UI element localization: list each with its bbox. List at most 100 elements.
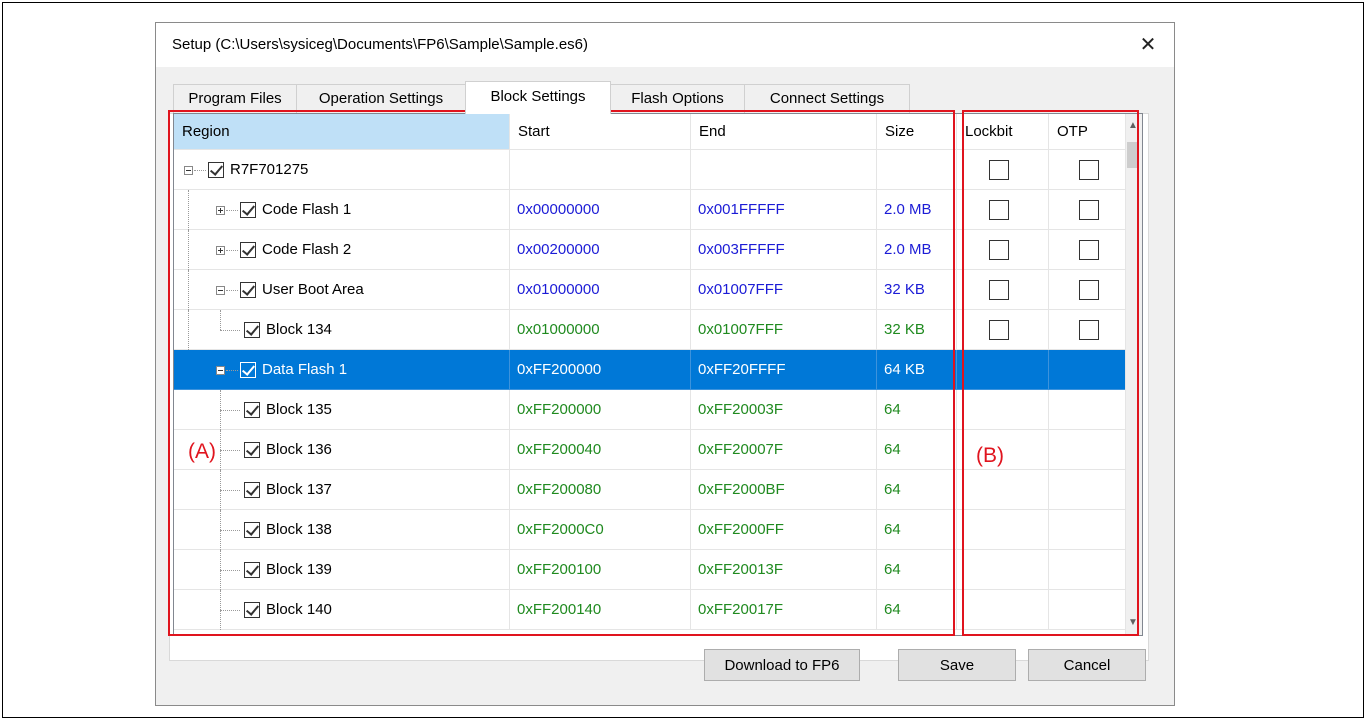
row-checkbox[interactable] [208,162,224,178]
row-checkbox[interactable] [244,322,260,338]
tree-line [220,530,240,531]
tab-block-settings[interactable]: Block Settings [465,81,611,114]
end-cell: 0xFF20017F [691,590,877,630]
region-cell: Block 139 [174,550,510,590]
tree-line [226,290,238,291]
otp-checkbox[interactable] [1079,280,1099,300]
lockbit-cell [957,470,1049,510]
expand-icon[interactable] [216,206,225,215]
vertical-scrollbar[interactable]: ▲ ▼ [1125,114,1142,635]
table-row[interactable]: Block 134 0x01000000 0x01007FFF 32 KB [174,310,1129,350]
cancel-button[interactable]: Cancel [1028,649,1146,681]
region-cell: Block 138 [174,510,510,550]
otp-checkbox[interactable] [1079,160,1099,180]
column-header-size[interactable]: Size [877,114,957,150]
otp-cell [1049,350,1129,390]
region-cell: Code Flash 2 [174,230,510,270]
size-cell: 2.0 MB [877,230,957,270]
otp-checkbox[interactable] [1079,240,1099,260]
region-label: Block 139 [266,561,332,578]
lockbit-cell [957,550,1049,590]
expand-icon[interactable] [216,246,225,255]
table-row[interactable]: Block 135 0xFF200000 0xFF20003F 64 [174,390,1129,430]
column-header-end[interactable]: End [691,114,877,150]
row-checkbox[interactable] [240,242,256,258]
end-cell: 0x003FFFFF [691,230,877,270]
end-cell: 0xFF2000FF [691,510,877,550]
column-header-lockbit[interactable]: Lockbit [957,114,1049,150]
start-cell: 0xFF200080 [510,470,691,510]
end-cell: 0xFF20003F [691,390,877,430]
table-row[interactable]: R7F701275 [174,150,1129,190]
lockbit-checkbox[interactable] [989,200,1009,220]
tree-line [188,310,189,350]
table-row[interactable]: Code Flash 1 0x00000000 0x001FFFFF 2.0 MB [174,190,1129,230]
tab-connect-settings[interactable]: Connect Settings [744,84,910,113]
table-row[interactable]: Data Flash 1 0xFF200000 0xFF20FFFF 64 KB [174,350,1129,390]
end-cell: 0xFF20007F [691,430,877,470]
row-checkbox[interactable] [240,362,256,378]
collapse-icon[interactable] [216,366,225,375]
size-cell: 64 [877,550,957,590]
region-label: Code Flash 2 [262,241,352,258]
row-checkbox[interactable] [244,562,260,578]
size-cell: 32 KB [877,310,957,350]
otp-cell [1049,270,1129,310]
otp-cell [1049,510,1129,550]
tree-line [220,610,240,611]
lockbit-checkbox[interactable] [989,240,1009,260]
tree-line [220,330,240,331]
otp-cell [1049,190,1129,230]
download-to-fp6-button[interactable]: Download to FP6 [704,649,860,681]
row-checkbox[interactable] [244,442,260,458]
lockbit-cell [957,270,1049,310]
tree-line [220,410,240,411]
size-cell: 64 [877,590,957,630]
region-cell: Block 140 [174,590,510,630]
row-checkbox[interactable] [244,522,260,538]
lockbit-checkbox[interactable] [989,280,1009,300]
start-cell [510,150,691,190]
end-cell [691,150,877,190]
region-label: Block 136 [266,441,332,458]
title-bar: Setup (C:\Users\sysiceg\Documents\FP6\Sa… [156,23,1174,67]
lockbit-cell [957,350,1049,390]
tab-operation-settings[interactable]: Operation Settings [296,84,466,113]
table-row[interactable]: Block 139 0xFF200100 0xFF20013F 64 [174,550,1129,590]
row-checkbox[interactable] [244,482,260,498]
tab-program-files[interactable]: Program Files [173,84,297,113]
scroll-up-icon[interactable]: ▲ [1128,120,1138,131]
region-cell: Block 136 [174,430,510,470]
scrollbar-thumb[interactable] [1127,142,1139,168]
row-checkbox[interactable] [244,402,260,418]
column-header-region[interactable]: Region [174,114,510,150]
table-row[interactable]: Block 140 0xFF200140 0xFF20017F 64 [174,590,1129,630]
region-cell: Code Flash 1 [174,190,510,230]
row-checkbox[interactable] [244,602,260,618]
collapse-icon[interactable] [216,286,225,295]
scroll-down-icon[interactable]: ▼ [1128,617,1138,628]
save-button[interactable]: Save [898,649,1016,681]
lockbit-cell [957,310,1049,350]
region-cell: User Boot Area [174,270,510,310]
start-cell: 0xFF200100 [510,550,691,590]
collapse-icon[interactable] [184,166,193,175]
lockbit-checkbox[interactable] [989,320,1009,340]
table-row[interactable]: Block 138 0xFF2000C0 0xFF2000FF 64 [174,510,1129,550]
row-checkbox[interactable] [240,282,256,298]
row-checkbox[interactable] [240,202,256,218]
table-row[interactable]: User Boot Area 0x01000000 0x01007FFF 32 KB [174,270,1129,310]
close-icon[interactable]: ✕ [1134,31,1162,59]
column-header-start[interactable]: Start [510,114,691,150]
table-row[interactable]: Code Flash 2 0x00200000 0x003FFFFF 2.0 MB [174,230,1129,270]
otp-checkbox[interactable] [1079,200,1099,220]
tab-flash-options[interactable]: Flash Options [610,84,745,113]
column-header-otp[interactable]: OTP [1049,114,1129,150]
lockbit-cell [957,190,1049,230]
table-row[interactable]: Block 137 0xFF200080 0xFF2000BF 64 [174,470,1129,510]
end-cell: 0xFF2000BF [691,470,877,510]
otp-cell [1049,590,1129,630]
otp-checkbox[interactable] [1079,320,1099,340]
lockbit-checkbox[interactable] [989,160,1009,180]
region-cell: R7F701275 [174,150,510,190]
